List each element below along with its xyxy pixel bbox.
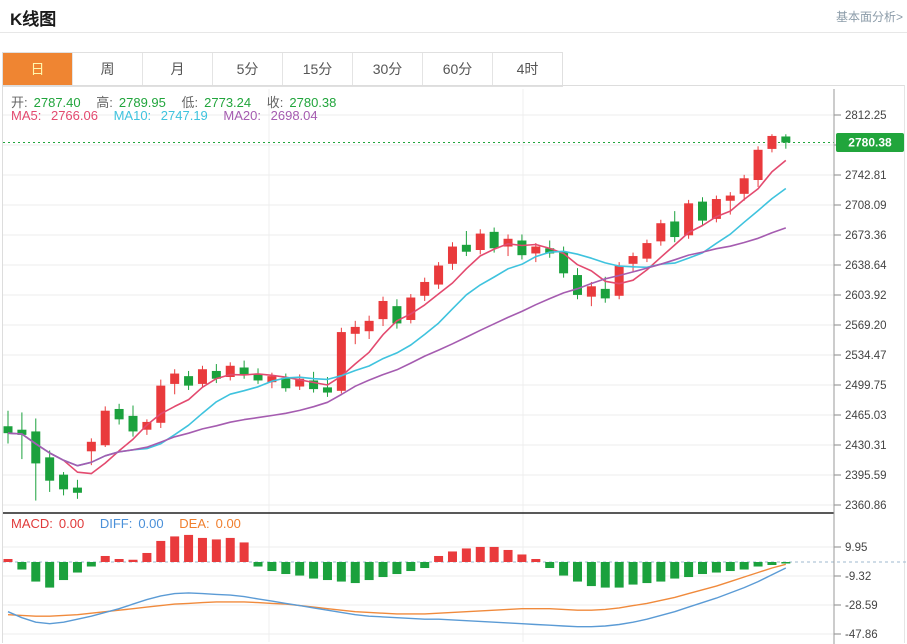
diff-label: DIFF: bbox=[99, 516, 133, 531]
title-divider bbox=[0, 32, 907, 33]
tab-60min[interactable]: 60分 bbox=[422, 53, 492, 86]
svg-text:2673.36: 2673.36 bbox=[845, 230, 887, 242]
svg-text:2638.64: 2638.64 bbox=[845, 260, 887, 272]
ma10-label: MA10: bbox=[113, 108, 152, 123]
page-title: K线图 bbox=[10, 10, 57, 29]
dea-label: DEA: bbox=[179, 516, 210, 531]
ma-readout: MA5: 2766.06 MA10: 2747.19 MA20: 2698.04 bbox=[11, 108, 330, 123]
ma20-label: MA20: bbox=[223, 108, 261, 123]
svg-text:-9.32: -9.32 bbox=[845, 571, 871, 583]
svg-text:2569.20: 2569.20 bbox=[845, 320, 887, 332]
ma20-value: 2698.04 bbox=[270, 108, 318, 123]
ma10-value: 2747.19 bbox=[160, 108, 208, 123]
tab-week[interactable]: 周 bbox=[72, 53, 142, 86]
svg-text:2465.03: 2465.03 bbox=[845, 410, 887, 422]
svg-text:2499.75: 2499.75 bbox=[845, 380, 887, 392]
macd-readout: MACD: 0.00 DIFF: 0.00 DEA: 0.00 bbox=[11, 516, 253, 531]
tab-month[interactable]: 月 bbox=[142, 53, 212, 86]
tab-5min[interactable]: 5分 bbox=[212, 53, 282, 86]
macd-label: MACD: bbox=[11, 516, 53, 531]
svg-text:2534.47: 2534.47 bbox=[845, 350, 887, 362]
svg-text:-47.86: -47.86 bbox=[845, 629, 878, 641]
svg-text:2430.31: 2430.31 bbox=[845, 440, 887, 452]
chart-container: 2812.252777.532742.812708.092673.362638.… bbox=[2, 85, 906, 644]
kline-page: K线图 基本面分析> 日 周 月 5分 15分 30分 60分 4时 2812.… bbox=[0, 0, 907, 644]
macd-value: 0.00 bbox=[58, 516, 85, 531]
ma5-label: MA5: bbox=[11, 108, 42, 123]
period-tabbar: 日 周 月 5分 15分 30分 60分 4时 bbox=[2, 52, 563, 87]
svg-text:2742.81: 2742.81 bbox=[845, 170, 887, 182]
diff-value: 0.00 bbox=[138, 516, 164, 531]
svg-text:9.95: 9.95 bbox=[845, 542, 867, 554]
svg-text:2360.86: 2360.86 bbox=[845, 500, 887, 512]
svg-text:-28.59: -28.59 bbox=[845, 600, 878, 612]
svg-text:2780.38: 2780.38 bbox=[848, 136, 892, 150]
dea-value: 0.00 bbox=[215, 516, 241, 531]
fundamental-analysis-link[interactable]: 基本面分析> bbox=[836, 8, 903, 25]
kline-chart[interactable]: 2812.252777.532742.812708.092673.362638.… bbox=[3, 86, 906, 644]
tab-4hour[interactable]: 4时 bbox=[492, 53, 562, 86]
svg-text:2812.25: 2812.25 bbox=[845, 110, 887, 122]
tab-15min[interactable]: 15分 bbox=[282, 53, 352, 86]
ma5-value: 2766.06 bbox=[50, 108, 98, 123]
svg-text:2395.59: 2395.59 bbox=[845, 470, 887, 482]
tab-day[interactable]: 日 bbox=[3, 53, 72, 86]
tab-30min[interactable]: 30分 bbox=[352, 53, 422, 86]
svg-text:2708.09: 2708.09 bbox=[845, 200, 887, 212]
svg-text:2603.92: 2603.92 bbox=[845, 290, 887, 302]
